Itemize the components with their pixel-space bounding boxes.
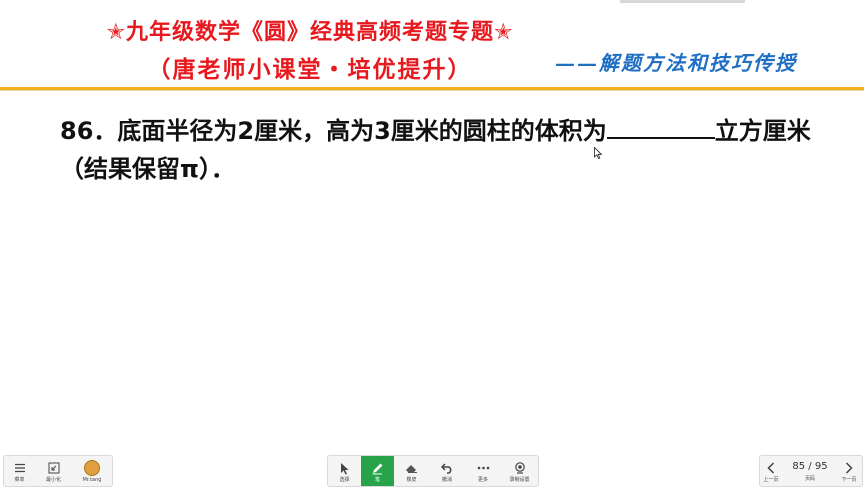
user-button[interactable]: Mr.tang — [72, 456, 112, 486]
more-icon — [477, 466, 489, 470]
question-text-part1: 86．底面半径为2厘米，高为3厘米的圆柱的体积为 — [60, 117, 607, 145]
answer-blank — [606, 115, 715, 139]
question-text: 86．底面半径为2厘米，高为3厘米的圆柱的体积为 立方厘米（结果保留π）． — [60, 112, 840, 188]
minimize-button[interactable]: 最小化 — [35, 456, 72, 486]
next-page-button[interactable]: 下一页 — [838, 456, 860, 486]
user-label: Mr.tang — [82, 477, 102, 483]
mouse-cursor-icon — [594, 147, 602, 159]
undo-icon — [440, 462, 451, 474]
pen-icon — [372, 463, 383, 474]
minimize-icon — [48, 462, 59, 474]
pen-tool-label: 笔 — [374, 477, 380, 483]
undo-button[interactable]: 撤消 — [429, 456, 465, 486]
select-tool-label: 选择 — [339, 477, 350, 483]
eraser-icon — [406, 464, 417, 473]
menu-icon — [14, 463, 25, 473]
chevron-right-icon — [845, 462, 853, 474]
pen-tool-button[interactable]: 笔 — [361, 456, 394, 486]
next-page-label: 下一页 — [841, 477, 857, 483]
undo-label: 撤消 — [441, 477, 452, 483]
page-subtitle: ——解题方法和技巧传授 — [555, 51, 797, 75]
prev-page-button[interactable]: 上一页 — [760, 456, 782, 486]
more-button[interactable]: 更多 — [465, 456, 501, 486]
page-number: 85 / 95 — [792, 461, 828, 472]
header-divider-shadow — [0, 90, 864, 91]
record-settings-button[interactable]: 录制设置 — [501, 456, 538, 486]
avatar-icon — [84, 460, 100, 476]
top-window-strip — [620, 0, 745, 3]
record-settings-label: 录制设置 — [509, 477, 530, 483]
page-label: 页码 — [804, 476, 815, 482]
minimize-label: 最小化 — [45, 477, 61, 483]
prev-page-label: 上一页 — [763, 477, 779, 483]
page-title: ✭九年级数学《圆》经典高频考题专题✭ — [106, 20, 514, 45]
toolbar-left: 菜单 最小化 Mr.tang — [3, 455, 113, 487]
toolbar-center: 选择 笔 橡皮 撤消 更多 录制设置 — [327, 455, 539, 487]
more-label: 更多 — [477, 477, 488, 483]
eraser-tool-button[interactable]: 橡皮 — [394, 456, 429, 486]
menu-label: 菜单 — [14, 477, 25, 483]
chevron-left-icon — [767, 462, 775, 474]
page-indicator[interactable]: 85 / 95 页码 — [782, 456, 838, 486]
toolbar-right: 上一页 85 / 95 页码 下一页 — [759, 455, 863, 487]
menu-button[interactable]: 菜单 — [4, 456, 35, 486]
page-title-secondary: （唐老师小课堂・培优提升） — [147, 57, 473, 83]
select-cursor-icon — [340, 462, 348, 474]
select-tool-button[interactable]: 选择 — [328, 456, 361, 486]
eraser-tool-label: 橡皮 — [406, 477, 417, 483]
record-icon — [514, 462, 525, 474]
